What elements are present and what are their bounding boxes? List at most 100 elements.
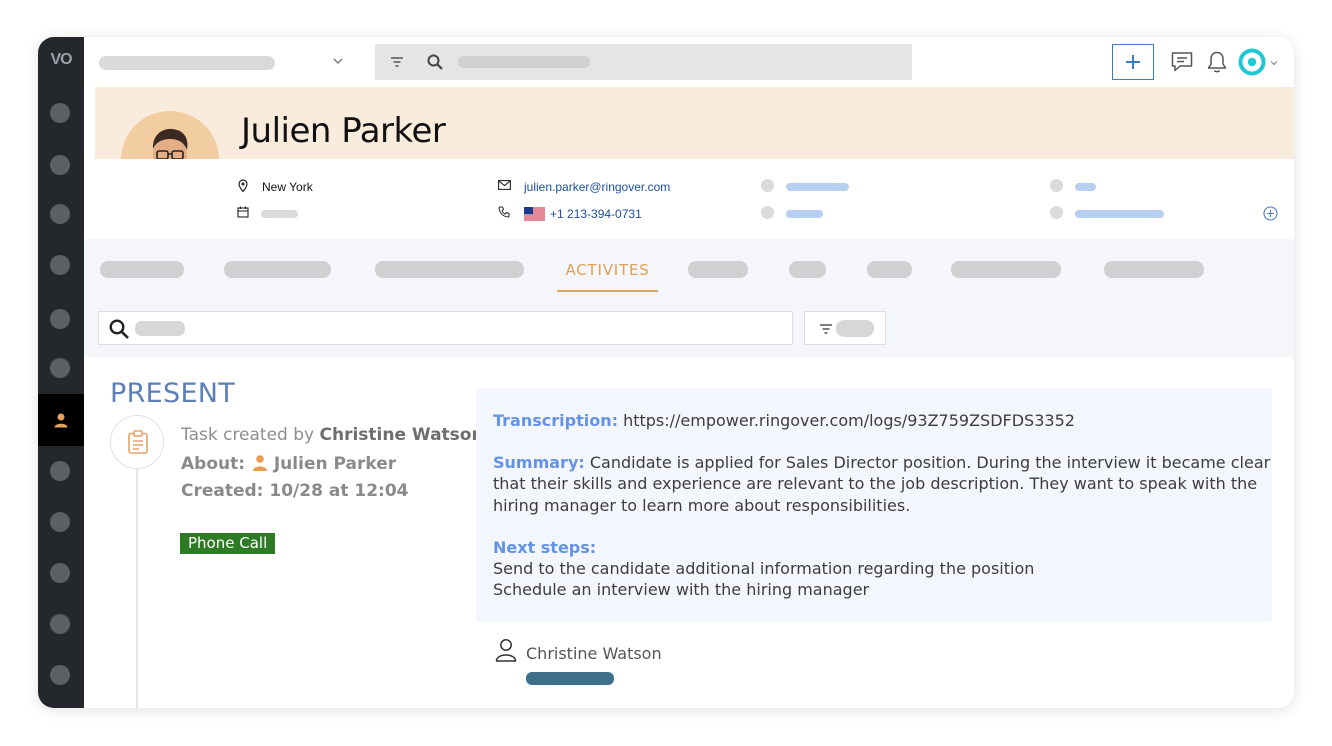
- person-icon: [54, 413, 68, 428]
- bell-icon[interactable]: [1206, 50, 1228, 74]
- add-button[interactable]: [1112, 44, 1154, 80]
- field-icon-placeholder: [1050, 179, 1063, 192]
- section-title: PRESENT: [110, 378, 236, 409]
- tab-8[interactable]: [951, 261, 1061, 278]
- sidebar-item-9[interactable]: [50, 512, 70, 532]
- task-created-by: Task created by Christine Watson: [181, 425, 484, 445]
- workspace-select[interactable]: [99, 56, 349, 70]
- chevron-down-icon: [1270, 61, 1278, 66]
- next-steps-label: Next steps:: [493, 538, 596, 557]
- search-placeholder: [135, 321, 185, 336]
- tab-1[interactable]: [100, 261, 184, 278]
- transcription-link[interactable]: https://empower.ringover.com/logs/93Z759…: [623, 411, 1075, 430]
- contact-header: Julien Parker: [95, 87, 1294, 159]
- timeline-line: [136, 467, 138, 708]
- next-step-2: Schedule an interview with the hiring ma…: [493, 580, 870, 599]
- transcription-line: Transcription: https://empower.ringover.…: [493, 411, 1075, 430]
- field-value-placeholder: [786, 210, 823, 218]
- activity-search-input[interactable]: [98, 311, 793, 345]
- contact-email[interactable]: julien.parker@ringover.com: [524, 180, 670, 194]
- contact-name: Julien Parker: [241, 111, 446, 151]
- field-icon-placeholder: [1050, 206, 1063, 219]
- top-bar: [84, 37, 1294, 87]
- next-step-1: Send to the candidate additional informa…: [493, 559, 1035, 578]
- sidebar-item-11[interactable]: [50, 614, 70, 634]
- person-icon: [253, 455, 268, 471]
- chat-icon[interactable]: [1170, 50, 1194, 74]
- activity-filter-button[interactable]: [804, 311, 886, 345]
- search-icon: [109, 319, 129, 339]
- field-icon-placeholder: [761, 206, 774, 219]
- tab-7[interactable]: [867, 261, 912, 278]
- tab-6[interactable]: [789, 261, 826, 278]
- field-value-placeholder: [1075, 183, 1096, 191]
- phone-icon: [498, 206, 510, 218]
- transcription-label: Transcription:: [493, 411, 618, 430]
- summary-line-1: Summary: Candidate is applied for Sales …: [493, 453, 1270, 472]
- sidebar-item-contacts[interactable]: [38, 394, 84, 446]
- user-menu[interactable]: [1238, 48, 1282, 76]
- sidebar-item-2[interactable]: [50, 155, 70, 175]
- activity-feed: PRESENT Task created by Christine Watson…: [95, 357, 1294, 708]
- sidebar-item-12[interactable]: [50, 665, 70, 685]
- next-steps-heading: Next steps:: [493, 538, 597, 557]
- field-icon-placeholder: [761, 179, 774, 192]
- status-ring-icon: [1238, 48, 1266, 76]
- us-flag-icon: [524, 207, 545, 221]
- global-search[interactable]: [375, 44, 912, 80]
- task-about-label: About:: [181, 454, 246, 474]
- task-created-label: Created: 10/28 at 12:04: [181, 481, 409, 501]
- app-window: VO Julien Parker New York julien.parker@…: [38, 37, 1294, 708]
- contact-info: New York julien.parker@ringover.com +1 2…: [95, 159, 1294, 239]
- birthday-placeholder: [261, 210, 298, 218]
- add-field-icon[interactable]: [1263, 206, 1278, 221]
- summary-text-3: hiring manager to learn more about respo…: [493, 496, 911, 515]
- chevron-down-icon: [333, 58, 343, 64]
- contact-city: New York: [262, 180, 313, 194]
- tab-activites[interactable]: ACTIVITES: [557, 251, 658, 292]
- plus-icon: [1126, 55, 1140, 69]
- tab-5[interactable]: [688, 261, 748, 278]
- tab-3[interactable]: [375, 261, 524, 278]
- sidebar-item-4[interactable]: [50, 255, 70, 275]
- workspace-select-placeholder: [99, 56, 275, 70]
- field-value-placeholder: [786, 183, 849, 191]
- filter-icon: [820, 324, 832, 334]
- user-outline-icon: [495, 639, 517, 662]
- search-icon: [427, 54, 443, 70]
- app-logo: VO: [50, 51, 72, 68]
- sidebar-item-5[interactable]: [50, 309, 70, 329]
- call-note: Transcription: https://empower.ringover.…: [476, 388, 1272, 622]
- task-created-by-prefix: Task created by: [181, 425, 315, 445]
- task-creator-name[interactable]: Christine Watson: [320, 425, 484, 445]
- task-icon-circle: [110, 415, 164, 469]
- sidebar-item-3[interactable]: [50, 204, 70, 224]
- contact-phone[interactable]: +1 213-394-0731: [550, 207, 642, 221]
- summary-text-1: Candidate is applied for Sales Director …: [589, 453, 1271, 472]
- author-action-placeholder[interactable]: [526, 672, 614, 685]
- search-placeholder: [458, 56, 590, 68]
- task-about-name[interactable]: Julien Parker: [274, 454, 396, 474]
- field-value-placeholder: [1075, 210, 1164, 218]
- filter-placeholder: [836, 320, 874, 337]
- calendar-icon: [237, 206, 249, 218]
- tab-9[interactable]: [1104, 261, 1204, 278]
- task-about: About: Julien Parker: [181, 454, 396, 474]
- tab-2[interactable]: [224, 261, 331, 278]
- sidebar: VO: [38, 37, 84, 708]
- summary-text-2: that their skills and experience are rel…: [493, 474, 1258, 493]
- sidebar-item-6[interactable]: [50, 358, 70, 378]
- note-author-name: Christine Watson: [526, 644, 662, 663]
- summary-label: Summary:: [493, 453, 585, 472]
- sidebar-item-1[interactable]: [50, 103, 70, 123]
- location-pin-icon: [238, 179, 248, 192]
- task-type-badge: Phone Call: [180, 533, 276, 554]
- clipboard-icon: [128, 430, 148, 454]
- task-created: Created: 10/28 at 12:04: [181, 481, 408, 501]
- tab-activites-label: ACTIVITES: [565, 261, 650, 279]
- tabs-area: ACTIVITES: [84, 239, 1294, 357]
- sidebar-item-8[interactable]: [50, 461, 70, 481]
- email-icon: [498, 180, 511, 190]
- filter-icon[interactable]: [389, 54, 405, 70]
- sidebar-item-10[interactable]: [50, 563, 70, 583]
